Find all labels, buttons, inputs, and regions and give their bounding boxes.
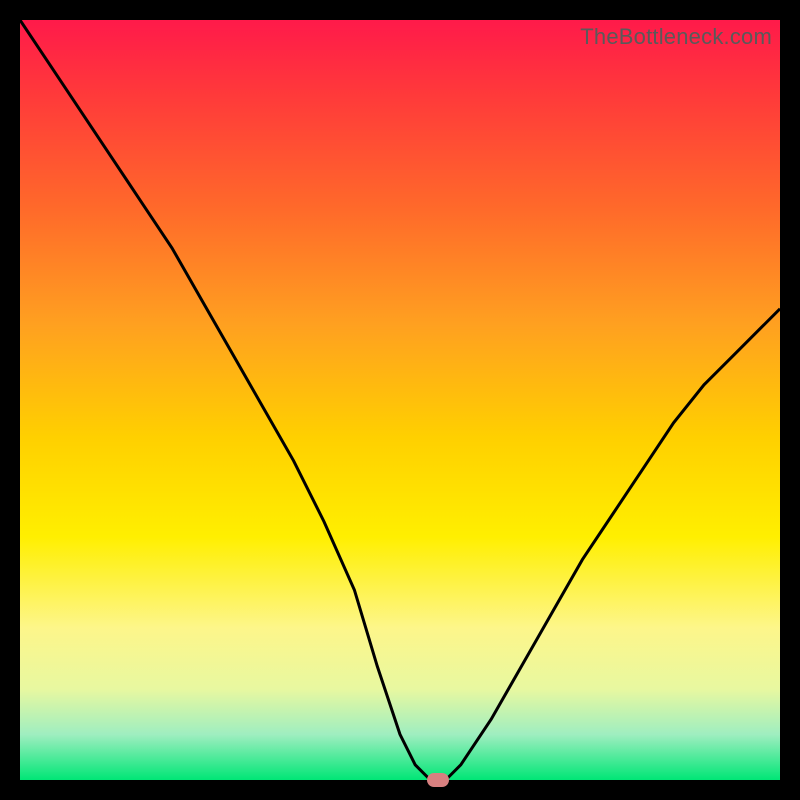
minimum-marker [427, 773, 449, 787]
chart-container: TheBottleneck.com [0, 0, 800, 800]
curve-svg [20, 20, 780, 780]
bottleneck-curve [20, 20, 780, 780]
plot-area: TheBottleneck.com [20, 20, 780, 780]
